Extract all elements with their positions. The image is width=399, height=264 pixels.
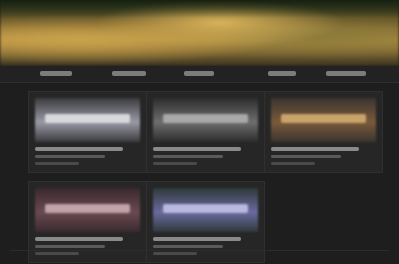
card-subtitle-line — [35, 245, 105, 248]
thumb-highlight — [45, 114, 130, 123]
page — [0, 0, 399, 264]
card-title-line — [35, 147, 123, 151]
thumb-highlight — [163, 114, 248, 123]
card-meta-line — [271, 162, 315, 165]
media-card-1[interactable] — [28, 91, 147, 173]
card-thumbnail — [271, 98, 376, 142]
card-subtitle-line — [153, 155, 223, 158]
media-card-3[interactable] — [264, 91, 383, 173]
card-meta-line — [35, 162, 79, 165]
card-thumbnail — [153, 188, 258, 232]
card-meta-line — [35, 252, 79, 255]
footer-divider — [10, 250, 389, 251]
card-title-line — [35, 237, 123, 241]
card-subtitle-line — [153, 245, 223, 248]
nav-tab-3[interactable] — [184, 71, 214, 76]
card-meta-line — [153, 162, 197, 165]
card-thumbnail — [153, 98, 258, 142]
card-subtitle-line — [35, 155, 105, 158]
nav-tab-5[interactable] — [326, 71, 366, 76]
main-nav — [0, 66, 399, 83]
content-grid — [0, 83, 399, 264]
card-title-line — [153, 237, 241, 241]
card-subtitle-line — [271, 155, 341, 158]
card-title-line — [271, 147, 359, 151]
card-thumbnail — [35, 188, 140, 232]
thumb-highlight — [163, 204, 248, 213]
card-meta-line — [153, 252, 197, 255]
nav-tab-2[interactable] — [112, 71, 146, 76]
nav-tab-4[interactable] — [268, 71, 296, 76]
media-card-2[interactable] — [146, 91, 265, 173]
card-title-line — [153, 147, 241, 151]
nav-tab-1[interactable] — [40, 71, 72, 76]
thumb-highlight — [281, 114, 366, 123]
thumb-highlight — [45, 204, 130, 213]
header-banner-shade — [0, 0, 399, 18]
card-thumbnail — [35, 98, 140, 142]
